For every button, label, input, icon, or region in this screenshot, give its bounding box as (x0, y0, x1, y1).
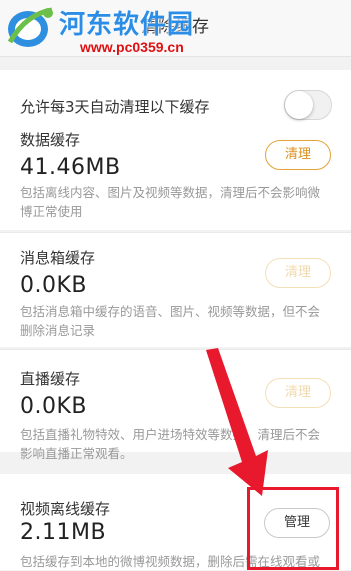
annotation-highlight-box (247, 487, 339, 570)
data-cache-size: 41.46MB (20, 155, 121, 180)
toggle-knob (285, 91, 313, 119)
video-cache-label: 视频离线缓存 (20, 500, 111, 518)
live-cache-size: 0.0KB (20, 394, 88, 419)
inbox-cache-label: 消息箱缓存 (20, 249, 96, 267)
clear-data-cache-button[interactable]: 清理 (265, 140, 331, 170)
annotation-arrow-icon (206, 348, 268, 496)
auto-clean-toggle[interactable] (284, 90, 332, 120)
inbox-cache-description: 包括消息箱中缓存的语音、图片、视频等数据，但不会删除消息记录 (20, 304, 321, 338)
live-cache-label: 直播缓存 (20, 370, 81, 388)
video-cache-size: 2.11MB (20, 520, 107, 545)
watermark-site-name: 河东软件园 (59, 10, 195, 40)
watermark-logo-icon (7, 7, 53, 47)
auto-clean-label: 允许每3天自动清理以下缓存 (20, 98, 210, 116)
inbox-cache-size: 0.0KB (20, 273, 88, 298)
data-cache-label: 数据缓存 (20, 131, 81, 149)
watermark-url: www.pc0359.cn (80, 39, 184, 55)
data-cache-description: 包括离线内容、图片及视频等数据，清理后不会影响微博正常使用 (20, 185, 321, 219)
clear-inbox-cache-button[interactable]: 清理 (265, 258, 331, 288)
